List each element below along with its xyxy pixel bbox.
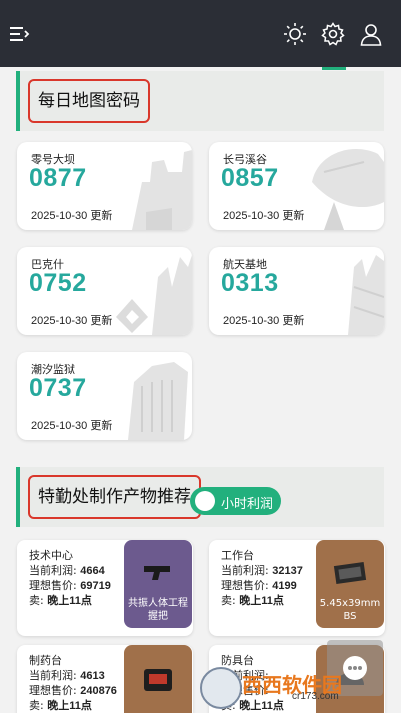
profit-row: 当前利润: 32137	[221, 564, 303, 577]
map-code-card[interactable]: 航天基地 0313 2025-10-30 更新	[209, 247, 384, 335]
ammo-box-icon	[333, 561, 367, 585]
dam-illustration	[132, 150, 192, 230]
map-code-card[interactable]: 零号大坝 0877 2025-10-30 更新	[17, 142, 192, 230]
update-date: 2025-10-30 更新	[223, 315, 305, 327]
update-date: 2025-10-30 更新	[31, 210, 113, 222]
main-content[interactable]: 每日地图密码 零号大坝 0877 2025-10-30 更新 长弓溪谷 0857…	[0, 67, 401, 713]
map-code: 0737	[29, 374, 87, 402]
sell-row: 卖: 晚上11点	[29, 594, 92, 607]
sell-row: 卖: 晚上11点	[221, 594, 284, 607]
map-code: 0877	[29, 164, 87, 192]
map-code-card[interactable]: 潮汐监狱 0737 2025-10-30 更新	[17, 352, 192, 440]
watermark-url: cr173.com	[292, 691, 339, 702]
top-app-bar	[0, 0, 401, 67]
map-code: 0313	[221, 269, 279, 297]
hourly-profit-toggle[interactable]: 小时利润	[190, 487, 281, 515]
tab-indicator	[322, 67, 346, 70]
sell-row: 卖: 晚上11点	[29, 699, 92, 712]
station-name: 防具台	[221, 654, 254, 667]
price-row: 理想售价: 4199	[221, 579, 297, 592]
item-name: 共振人体工程握把	[128, 598, 188, 622]
production-card[interactable]: 工作台 当前利润: 32137 理想售价: 4199 卖: 晚上11点 5.45…	[209, 540, 385, 636]
price-row: 理想售价: 240876	[29, 684, 117, 697]
item-name: 5.45x39mm BS	[319, 598, 381, 622]
radar-dish-illustration	[312, 149, 384, 230]
map-code: 0857	[221, 164, 279, 192]
production-title: 特勤处制作产物推荐	[28, 475, 201, 519]
user-icon[interactable]	[359, 22, 383, 46]
toggle-label: 小时利润	[221, 497, 274, 512]
update-date: 2025-10-30 更新	[31, 420, 113, 432]
map-code-card[interactable]: 长弓溪谷 0857 2025-10-30 更新	[209, 142, 384, 230]
map-codes-header: 每日地图密码	[16, 71, 384, 131]
update-date: 2025-10-30 更新	[223, 210, 305, 222]
item-tile[interactable]: 共振人体工程握把	[124, 540, 192, 628]
site-watermark: 西西软件园 cr173.com	[200, 667, 380, 709]
map-code-card[interactable]: 巴克什 0752 2025-10-30 更新	[17, 247, 192, 335]
station-name: 工作台	[221, 549, 254, 562]
menu-icon[interactable]	[8, 22, 32, 46]
launch-tower-illustration	[348, 255, 384, 335]
profit-row: 当前利润: 4613	[29, 669, 105, 682]
item-tile[interactable]	[124, 645, 192, 713]
section-accent-bar	[16, 71, 20, 131]
profit-row: 当前利润: 4664	[29, 564, 105, 577]
production-card[interactable]: 制药台 当前利润: 4613 理想售价: 240876 卖: 晚上11点	[17, 645, 193, 713]
item-tile[interactable]: 5.45x39mm BS	[316, 540, 384, 628]
sun-icon[interactable]	[283, 22, 307, 46]
station-name: 技术中心	[29, 549, 73, 562]
production-card[interactable]: 技术中心 当前利润: 4664 理想售价: 69719 卖: 晚上11点 共振人…	[17, 540, 193, 636]
map-codes-title: 每日地图密码	[28, 79, 150, 123]
watermark-logo	[200, 667, 242, 709]
section-accent-bar	[16, 467, 20, 527]
update-date: 2025-10-30 更新	[31, 315, 113, 327]
prison-illustration	[128, 362, 188, 440]
medkit-icon	[144, 669, 172, 691]
station-name: 制药台	[29, 654, 62, 667]
toggle-knob	[195, 491, 215, 511]
ruins-illustration	[116, 255, 192, 335]
gear-icon[interactable]	[321, 22, 345, 46]
map-code: 0752	[29, 269, 87, 297]
grip-icon	[144, 566, 170, 580]
price-row: 理想售价: 69719	[29, 579, 111, 592]
